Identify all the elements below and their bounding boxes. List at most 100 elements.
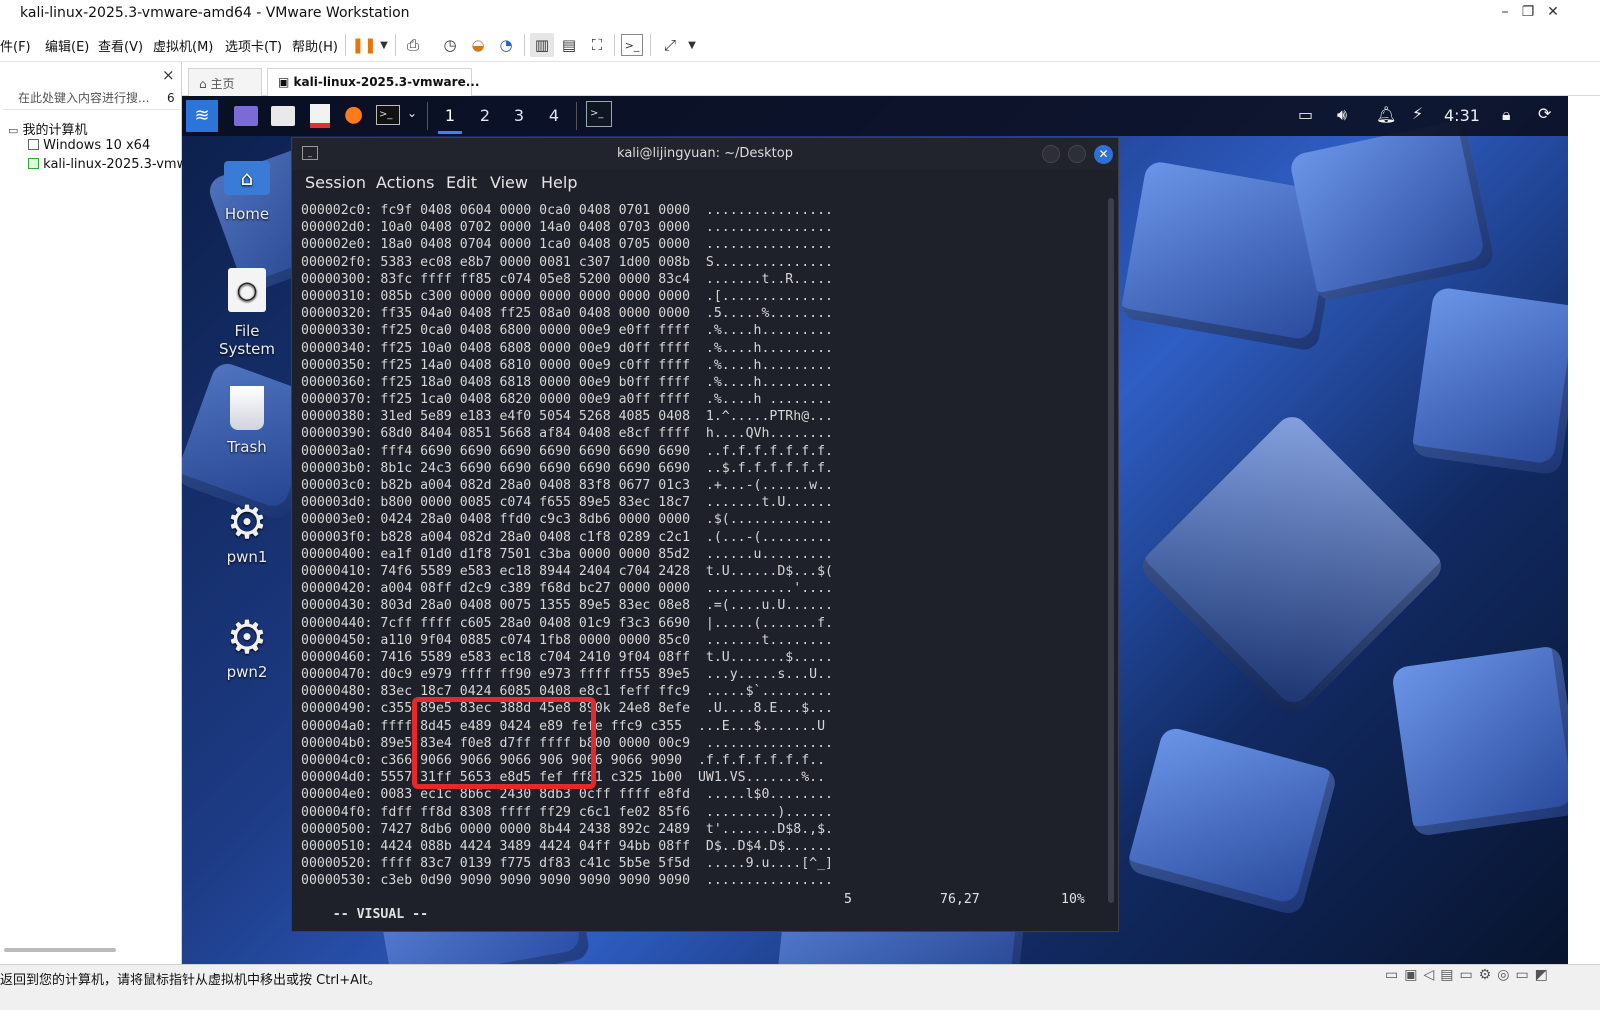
terminal-menu-help[interactable]: Help bbox=[541, 173, 577, 192]
console-icon[interactable]: >_ bbox=[621, 34, 643, 56]
terminal-menu-session[interactable]: Session bbox=[305, 173, 366, 192]
volume-icon[interactable]: 🔊︎ bbox=[1337, 105, 1347, 125]
hex-line[interactable]: 000002d0: 10a0 0408 0702 0000 14a0 0408 … bbox=[301, 219, 833, 236]
hex-line[interactable]: 000003d0: b800 0000 0085 c074 f655 89e5 … bbox=[301, 494, 833, 511]
workspace-3[interactable]: 3 bbox=[507, 106, 531, 125]
window-title: kali-linux-2025.3-vmware-amd64 - VMware … bbox=[20, 5, 410, 21]
hex-line[interactable]: 000002f0: 5383 ec08 e8b7 0000 0081 c307 … bbox=[301, 254, 833, 271]
terminal-menu-actions[interactable]: Actions bbox=[376, 173, 434, 192]
hex-line[interactable]: 00000420: a004 08ff d2c9 c389 f68d bc27 … bbox=[301, 580, 833, 597]
close-button[interactable]: ✕ bbox=[1543, 4, 1563, 20]
workspace-1[interactable]: 1 bbox=[438, 106, 462, 134]
search-count: 6 bbox=[167, 91, 175, 105]
hex-line[interactable]: 000003b0: 8b1c 24c3 6690 6690 6690 6690 … bbox=[301, 460, 833, 477]
stretch-icon[interactable]: ⤢ bbox=[658, 33, 682, 57]
tab-home[interactable]: ⌂ 主页 bbox=[188, 68, 262, 96]
hex-line[interactable]: 00000360: ff25 18a0 0408 6818 0000 00e9 … bbox=[301, 374, 833, 391]
terminal-title: kali@lijingyuan: ~/Desktop bbox=[617, 146, 793, 161]
logout-icon[interactable]: ⟳ bbox=[1538, 104, 1551, 123]
show-desktop-icon[interactable] bbox=[234, 106, 258, 126]
desktop-icon-home[interactable]: ⌂ Home bbox=[212, 161, 282, 223]
lock-icon[interactable]: 🔒︎ bbox=[1502, 105, 1511, 125]
hex-line[interactable]: 00000520: ffff 83c7 0139 f775 df83 c41c … bbox=[301, 855, 833, 872]
hex-line[interactable]: 000003f0: b828 a004 082d 28a0 0408 c1f8 … bbox=[301, 529, 833, 546]
revert-snapshot-icon[interactable]: ◒ bbox=[466, 33, 490, 57]
hex-line[interactable]: 00000380: 31ed 5e89 e183 e4f0 5054 5268 … bbox=[301, 408, 833, 425]
clock[interactable]: 4:31 bbox=[1444, 106, 1480, 125]
hex-line[interactable]: 00000440: 7cff ffff c605 28a0 0408 01c9 … bbox=[301, 615, 833, 632]
hex-line[interactable]: 00000300: 83fc ffff ff85 c074 05e8 5200 … bbox=[301, 271, 833, 288]
library-close-icon[interactable]: × bbox=[162, 66, 175, 84]
hex-line[interactable]: 00000400: ea1f 01d0 d1f8 7501 c3ba 0000 … bbox=[301, 546, 833, 563]
tree-item-kali[interactable]: kali-linux-2025.3-vmw bbox=[28, 157, 187, 172]
desktop-icon-pwn1[interactable]: ⚙ pwn1 bbox=[212, 496, 282, 566]
text-editor-icon[interactable] bbox=[310, 104, 330, 128]
workspace-4[interactable]: 4 bbox=[542, 106, 566, 125]
kali-menu-icon[interactable]: ≋ bbox=[186, 100, 218, 132]
device-status-icons[interactable]: ▭▣◁▤▭⚙◎▭◩ bbox=[1385, 967, 1554, 983]
hex-line[interactable]: 00000530: c3eb 0d90 9090 9090 9090 9090 … bbox=[301, 872, 833, 889]
terminal-task-icon[interactable]: >_ bbox=[586, 101, 612, 127]
library-toggle-icon[interactable]: ▥ bbox=[530, 33, 554, 57]
menu-help[interactable]: 帮助(H) bbox=[292, 36, 338, 55]
desktop-icon-pwn2[interactable]: ⚙ pwn2 bbox=[212, 611, 282, 681]
restore-button[interactable]: ❐ bbox=[1518, 4, 1538, 20]
snapshot-icon[interactable]: ◷ bbox=[438, 33, 462, 57]
workspace-2[interactable]: 2 bbox=[473, 106, 497, 125]
terminal-maximize-button[interactable] bbox=[1068, 145, 1086, 163]
hex-line[interactable]: 00000460: 7416 5589 e583 ec18 c704 2410 … bbox=[301, 649, 833, 666]
send-keys-icon[interactable]: ⎙ bbox=[401, 33, 425, 57]
menu-file[interactable]: 件(F) bbox=[0, 36, 31, 55]
hex-line[interactable]: 00000390: 68d0 8404 0851 5668 af84 0408 … bbox=[301, 425, 833, 442]
terminal-menu-view[interactable]: View bbox=[490, 173, 528, 192]
terminal-scrollbar[interactable] bbox=[1108, 198, 1114, 903]
menu-view[interactable]: 查看(V) bbox=[98, 36, 143, 55]
notification-icon[interactable]: 🔔︎ bbox=[1376, 105, 1396, 124]
desktop-icon-trash[interactable]: Trash bbox=[212, 386, 282, 456]
pause-dropdown-icon[interactable]: ▼ bbox=[372, 33, 396, 57]
fullscreen-icon[interactable]: ⛶ bbox=[585, 33, 609, 57]
terminal-menu-edit[interactable]: Edit bbox=[446, 173, 477, 192]
display-icon[interactable]: ▭ bbox=[1298, 105, 1313, 124]
hex-line[interactable]: 000002e0: 18a0 0408 0704 0000 1ca0 0408 … bbox=[301, 236, 833, 253]
menu-vm[interactable]: 虚拟机(M) bbox=[153, 36, 213, 55]
hex-line[interactable]: 00000340: ff25 10a0 0408 6808 0000 00e9 … bbox=[301, 340, 833, 357]
tree-item-windows[interactable]: Windows 10 x64 bbox=[28, 138, 150, 153]
terminal-launcher-icon[interactable]: >_ bbox=[376, 105, 400, 125]
firefox-icon[interactable]: ● bbox=[344, 102, 363, 127]
hex-line[interactable]: 000003a0: fff4 6690 6690 6690 6690 6690 … bbox=[301, 443, 833, 460]
terminal-minimize-button[interactable] bbox=[1042, 145, 1060, 163]
hex-line[interactable]: 000004f0: fdff ff8d 8308 ffff ff29 c6c1 … bbox=[301, 804, 833, 821]
power-icon[interactable]: ⚡︎ bbox=[1412, 104, 1423, 123]
hex-line[interactable]: 00000450: a110 9f04 0885 c074 1fb8 0000 … bbox=[301, 632, 833, 649]
hex-line[interactable]: 000003c0: b82b a004 082d 28a0 0408 83f8 … bbox=[301, 477, 833, 494]
hex-line[interactable]: 00000430: 803d 28a0 0408 0075 1355 89e5 … bbox=[301, 597, 833, 614]
hex-line[interactable]: 00000310: 085b c300 0000 0000 0000 0000 … bbox=[301, 288, 833, 305]
terminal-window[interactable]: _ kali@lijingyuan: ~/Desktop ✕ Session A… bbox=[291, 137, 1119, 932]
desktop-icon-filesystem[interactable]: ○ File System bbox=[207, 268, 287, 358]
snapshot-manager-icon[interactable]: ◔ bbox=[494, 33, 518, 57]
tree-root[interactable]: ▭ 我的计算机 bbox=[8, 119, 88, 138]
library-search-input[interactable]: 在此处键入内容进行搜... 6 bbox=[3, 88, 179, 110]
library-scrollbar[interactable] bbox=[4, 948, 116, 952]
hex-line[interactable]: 00000350: ff25 14a0 0408 6810 0000 00e9 … bbox=[301, 357, 833, 374]
terminal-titlebar[interactable]: _ kali@lijingyuan: ~/Desktop ✕ bbox=[292, 138, 1118, 170]
menu-edit[interactable]: 编辑(E) bbox=[45, 36, 89, 55]
stretch-dropdown-icon[interactable]: ▼ bbox=[680, 33, 704, 57]
terminal-close-button[interactable]: ✕ bbox=[1094, 145, 1113, 164]
hex-line[interactable]: 000002c0: fc9f 0408 0604 0000 0ca0 0408 … bbox=[301, 202, 833, 219]
hex-line[interactable]: 00000330: ff25 0ca0 0408 6800 0000 00e9 … bbox=[301, 322, 833, 339]
hex-line[interactable]: 00000370: ff25 1ca0 0408 6820 0000 00e9 … bbox=[301, 391, 833, 408]
thumbnail-icon[interactable]: ▤ bbox=[557, 33, 581, 57]
hex-line[interactable]: 00000320: ff35 04a0 0408 ff25 08a0 0408 … bbox=[301, 305, 833, 322]
hex-line[interactable]: 000003e0: 0424 28a0 0408 ffd0 c9c3 8db6 … bbox=[301, 511, 833, 528]
tab-kali-vm[interactable]: ▣ kali-linux-2025.3-vmware... bbox=[267, 68, 479, 96]
hex-line[interactable]: 00000470: d0c9 e979 ffff ff90 e973 ffff … bbox=[301, 666, 833, 683]
file-manager-icon[interactable] bbox=[271, 106, 295, 126]
menu-tabs[interactable]: 选项卡(T) bbox=[225, 36, 282, 55]
terminal-dropdown-icon[interactable]: ⌄ bbox=[407, 106, 417, 120]
hex-line[interactable]: 00000500: 7427 8db6 0000 0000 8b44 2438 … bbox=[301, 821, 833, 838]
hex-line[interactable]: 00000510: 4424 088b 4424 3489 4424 04ff … bbox=[301, 838, 833, 855]
minimize-button[interactable]: – bbox=[1495, 4, 1515, 20]
hex-line[interactable]: 00000410: 74f6 5589 e583 ec18 8944 2404 … bbox=[301, 563, 833, 580]
